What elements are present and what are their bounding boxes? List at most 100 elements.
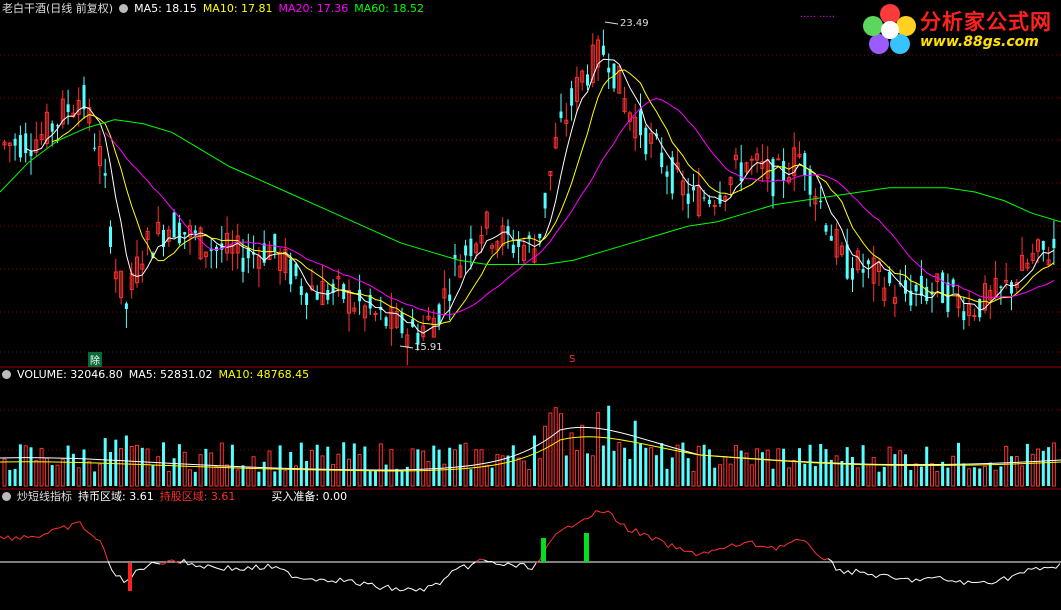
volume-bar	[410, 448, 415, 487]
volume-bar	[564, 455, 568, 486]
volume-bar	[649, 447, 654, 487]
candlestick	[712, 204, 717, 207]
volume-bar	[1020, 465, 1025, 487]
volume-bar	[156, 456, 161, 487]
volume-bar	[309, 449, 314, 487]
candlestick	[93, 147, 97, 149]
volume-bar	[733, 445, 738, 487]
candlestick	[66, 104, 70, 113]
volume-bar	[13, 468, 17, 486]
candlestick	[289, 259, 293, 285]
volume-bar	[8, 469, 12, 486]
panel-toggle-icon[interactable]	[2, 492, 11, 501]
ma10-label: MA10: 17.81	[202, 2, 273, 15]
volume-bar	[114, 439, 118, 486]
high-pointer	[604, 21, 619, 25]
candlestick	[400, 312, 404, 334]
volume-bar	[18, 444, 22, 486]
buy-signal-bar	[541, 538, 546, 562]
volume-bar	[342, 442, 346, 486]
volume-bar	[792, 459, 797, 487]
volume-bar	[1030, 453, 1035, 487]
logo-url: www.88gs.com	[920, 34, 1039, 50]
candlestick	[601, 45, 605, 55]
low-price-label: 15.91	[414, 342, 443, 353]
volume-bar	[469, 469, 473, 486]
volume-bar	[135, 444, 139, 487]
volume-bar	[590, 455, 595, 487]
volume-bar	[728, 463, 733, 487]
candlestick	[13, 138, 17, 146]
volume-bar	[776, 448, 781, 487]
candlestick	[686, 193, 690, 204]
volume-bar	[898, 450, 903, 487]
ma5-label: MA5: 18.15	[134, 2, 197, 15]
volume-bar	[87, 461, 92, 487]
volume-bar	[299, 442, 303, 486]
volume-bar	[34, 460, 39, 487]
volume-bar	[723, 456, 728, 487]
volume-bar	[172, 458, 176, 486]
volume-bar	[93, 471, 97, 486]
volume-bar	[660, 443, 664, 486]
volume-bar	[209, 452, 214, 487]
volume-bar	[506, 455, 510, 486]
volume-bar	[988, 462, 992, 486]
volume-bar	[352, 443, 356, 486]
volume-bar	[166, 471, 171, 487]
candlestick	[103, 173, 107, 176]
volume-bar	[1014, 456, 1019, 487]
candlestick	[845, 244, 849, 279]
candlestick	[559, 111, 563, 118]
panel-toggle-icon[interactable]	[2, 370, 11, 379]
candlestick	[1041, 241, 1045, 250]
volume-bar	[490, 467, 494, 486]
ma60-line	[0, 119, 1061, 265]
candlestick	[749, 158, 754, 161]
volume-bar	[771, 468, 775, 486]
volume-bar	[219, 442, 224, 487]
volume-bar	[713, 467, 717, 486]
volume-panel-header: VOLUME: 32046.80 MA5: 52831.02 MA10: 48768…	[2, 368, 315, 382]
sell-signal-bar	[128, 563, 132, 591]
event-s-marker[interactable]: S	[569, 354, 575, 365]
volume-bar	[639, 443, 642, 486]
candlestick	[851, 267, 854, 280]
volume-bar	[516, 457, 521, 487]
volume-bar	[601, 445, 605, 486]
volume-bar	[331, 463, 336, 487]
volume-bar	[400, 471, 404, 486]
ex-dividend-marker[interactable]: 除	[88, 352, 102, 367]
volume-bar	[882, 466, 886, 486]
volume-bar	[453, 449, 457, 487]
candlestick	[464, 245, 468, 256]
volume-bar	[702, 444, 706, 486]
volume-bar	[798, 448, 801, 486]
volume-bar	[145, 448, 150, 487]
volume-bar	[60, 458, 65, 487]
volume-bar	[972, 467, 976, 486]
volume-bar	[607, 405, 611, 486]
volume-bar	[586, 453, 589, 486]
volume-bar	[951, 455, 956, 487]
candlestick	[829, 235, 833, 241]
candlestick	[1052, 238, 1056, 249]
candlestick	[299, 286, 303, 296]
volume-bar	[855, 467, 860, 487]
volume-bar	[707, 449, 711, 486]
volume-bar	[55, 464, 60, 487]
volume-bar	[214, 465, 219, 487]
volume-bar	[374, 471, 377, 486]
volume-bar	[119, 448, 124, 487]
panel-toggle-icon[interactable]	[119, 4, 129, 13]
volume-bar	[739, 450, 743, 486]
indicator-line-high	[0, 511, 1060, 564]
candlestick	[570, 88, 574, 106]
volume-bar	[983, 465, 987, 487]
price-panel-title: 老白干酒(日线 前复权)	[2, 2, 114, 15]
candlestick	[241, 257, 245, 272]
indicator-line-low	[107, 558, 1061, 592]
volume-bar	[1036, 448, 1040, 487]
volume-bar	[305, 460, 309, 486]
volume-bar	[935, 470, 940, 487]
